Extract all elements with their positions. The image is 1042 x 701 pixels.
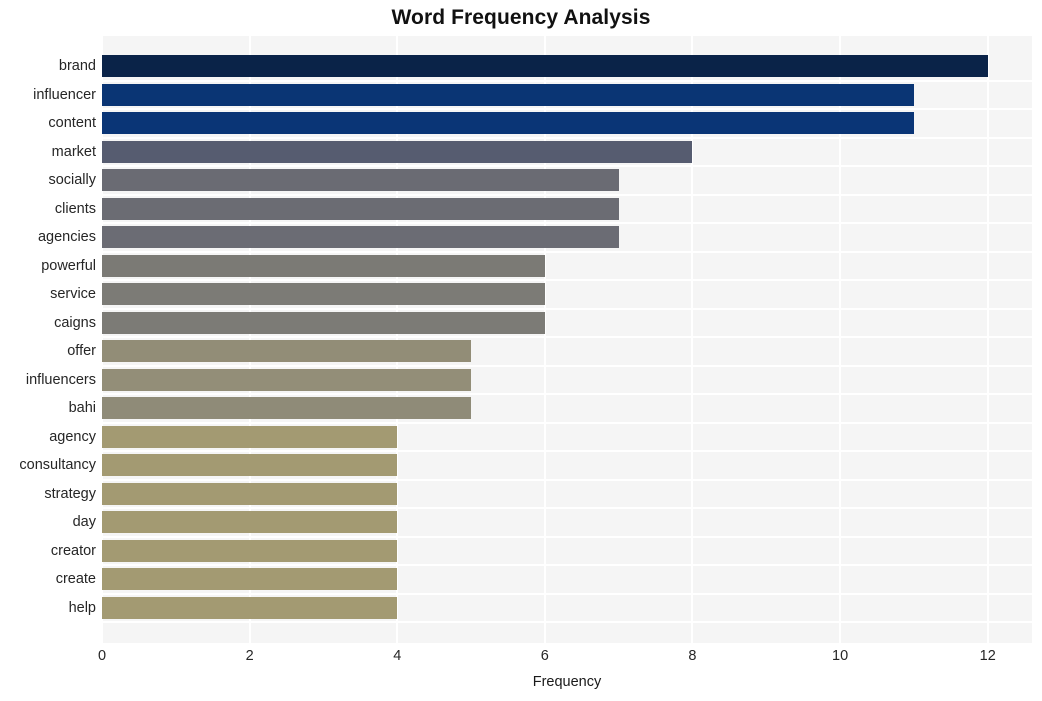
bar (102, 425, 398, 448)
bar (102, 511, 398, 534)
bar (102, 112, 914, 135)
x-axis-tick-label: 12 (979, 648, 996, 664)
gridline-horizontal (102, 193, 1032, 196)
y-axis-tick-label: day (72, 514, 96, 531)
bar (102, 169, 619, 192)
y-axis-tick-label: agencies (37, 229, 96, 246)
y-axis-tick-label: offer (67, 343, 96, 360)
bar (102, 283, 545, 306)
gridline-horizontal (102, 222, 1032, 225)
gridline-horizontal (102, 108, 1032, 111)
bar (102, 55, 988, 78)
y-axis-tick-label: service (50, 286, 96, 303)
y-axis-tick-label: brand (58, 58, 96, 75)
y-axis-tick-label: create (55, 571, 96, 588)
y-axis-tick-label: strategy (44, 485, 96, 502)
gridline-horizontal (102, 336, 1032, 339)
gridline-horizontal (102, 478, 1032, 481)
gridline-horizontal (102, 307, 1032, 310)
y-axis-tick-label: influencer (33, 86, 96, 103)
bar (102, 482, 398, 505)
y-axis-tick-label: clients (54, 200, 96, 217)
y-axis-tick-label: creator (50, 542, 96, 559)
x-axis-tick-label: 10 (832, 648, 849, 664)
y-axis-tick-label: socially (48, 172, 96, 189)
y-axis-tick-label: powerful (41, 257, 96, 274)
bar (102, 254, 545, 277)
x-axis-tick-labels: 0 2 4 6 8 10 12 (0, 648, 1042, 670)
gridline-horizontal (102, 364, 1032, 367)
gridline-horizontal (102, 250, 1032, 253)
gridline-horizontal (102, 450, 1032, 453)
y-axis-tick-label: content (48, 115, 96, 132)
y-axis-tick-label: bahi (68, 400, 96, 417)
x-axis-tick-label: 8 (688, 648, 697, 664)
bar (102, 368, 472, 391)
bar (102, 596, 398, 619)
word-frequency-chart-figure: Word Frequency Analysis brand influencer c… (0, 0, 1042, 701)
gridline-horizontal (102, 507, 1032, 510)
gridline-horizontal (102, 279, 1032, 282)
bar (102, 568, 398, 591)
gridline-horizontal (102, 592, 1032, 595)
bar (102, 397, 472, 420)
x-axis-tick-label: 2 (245, 648, 254, 664)
gridline-horizontal (102, 136, 1032, 139)
y-axis-tick-label: help (68, 599, 96, 616)
gridline-horizontal (102, 564, 1032, 567)
gridline-horizontal (102, 79, 1032, 82)
y-axis-tick-label: influencers (25, 371, 96, 388)
y-axis-tick-label: caigns (54, 314, 96, 331)
x-axis-title: Frequency (532, 674, 602, 690)
gridline-horizontal (102, 535, 1032, 538)
bar (102, 454, 398, 477)
x-axis-tick-label: 4 (393, 648, 402, 664)
x-axis-tick-label: 0 (97, 648, 107, 664)
bar (102, 340, 472, 363)
bar (102, 226, 619, 249)
y-axis-tick-label: market (51, 143, 96, 160)
y-axis-tick-labels: brand influencer content market socially clie… (0, 36, 96, 643)
y-axis-tick-label: consultancy (19, 457, 96, 474)
gridline-horizontal (102, 421, 1032, 424)
gridline-horizontal (102, 165, 1032, 168)
chart-title: Word Frequency Analysis (391, 6, 651, 29)
plot-area (102, 36, 1032, 643)
bar (102, 311, 545, 334)
gridline-vertical (986, 36, 989, 643)
bar (102, 83, 914, 106)
bar (102, 539, 398, 562)
gridline-horizontal (102, 393, 1032, 396)
y-axis-tick-label: agency (49, 428, 96, 445)
bar (102, 140, 693, 163)
bar (102, 197, 619, 220)
gridline-horizontal (102, 621, 1032, 624)
x-axis-tick-label: 6 (540, 648, 549, 664)
